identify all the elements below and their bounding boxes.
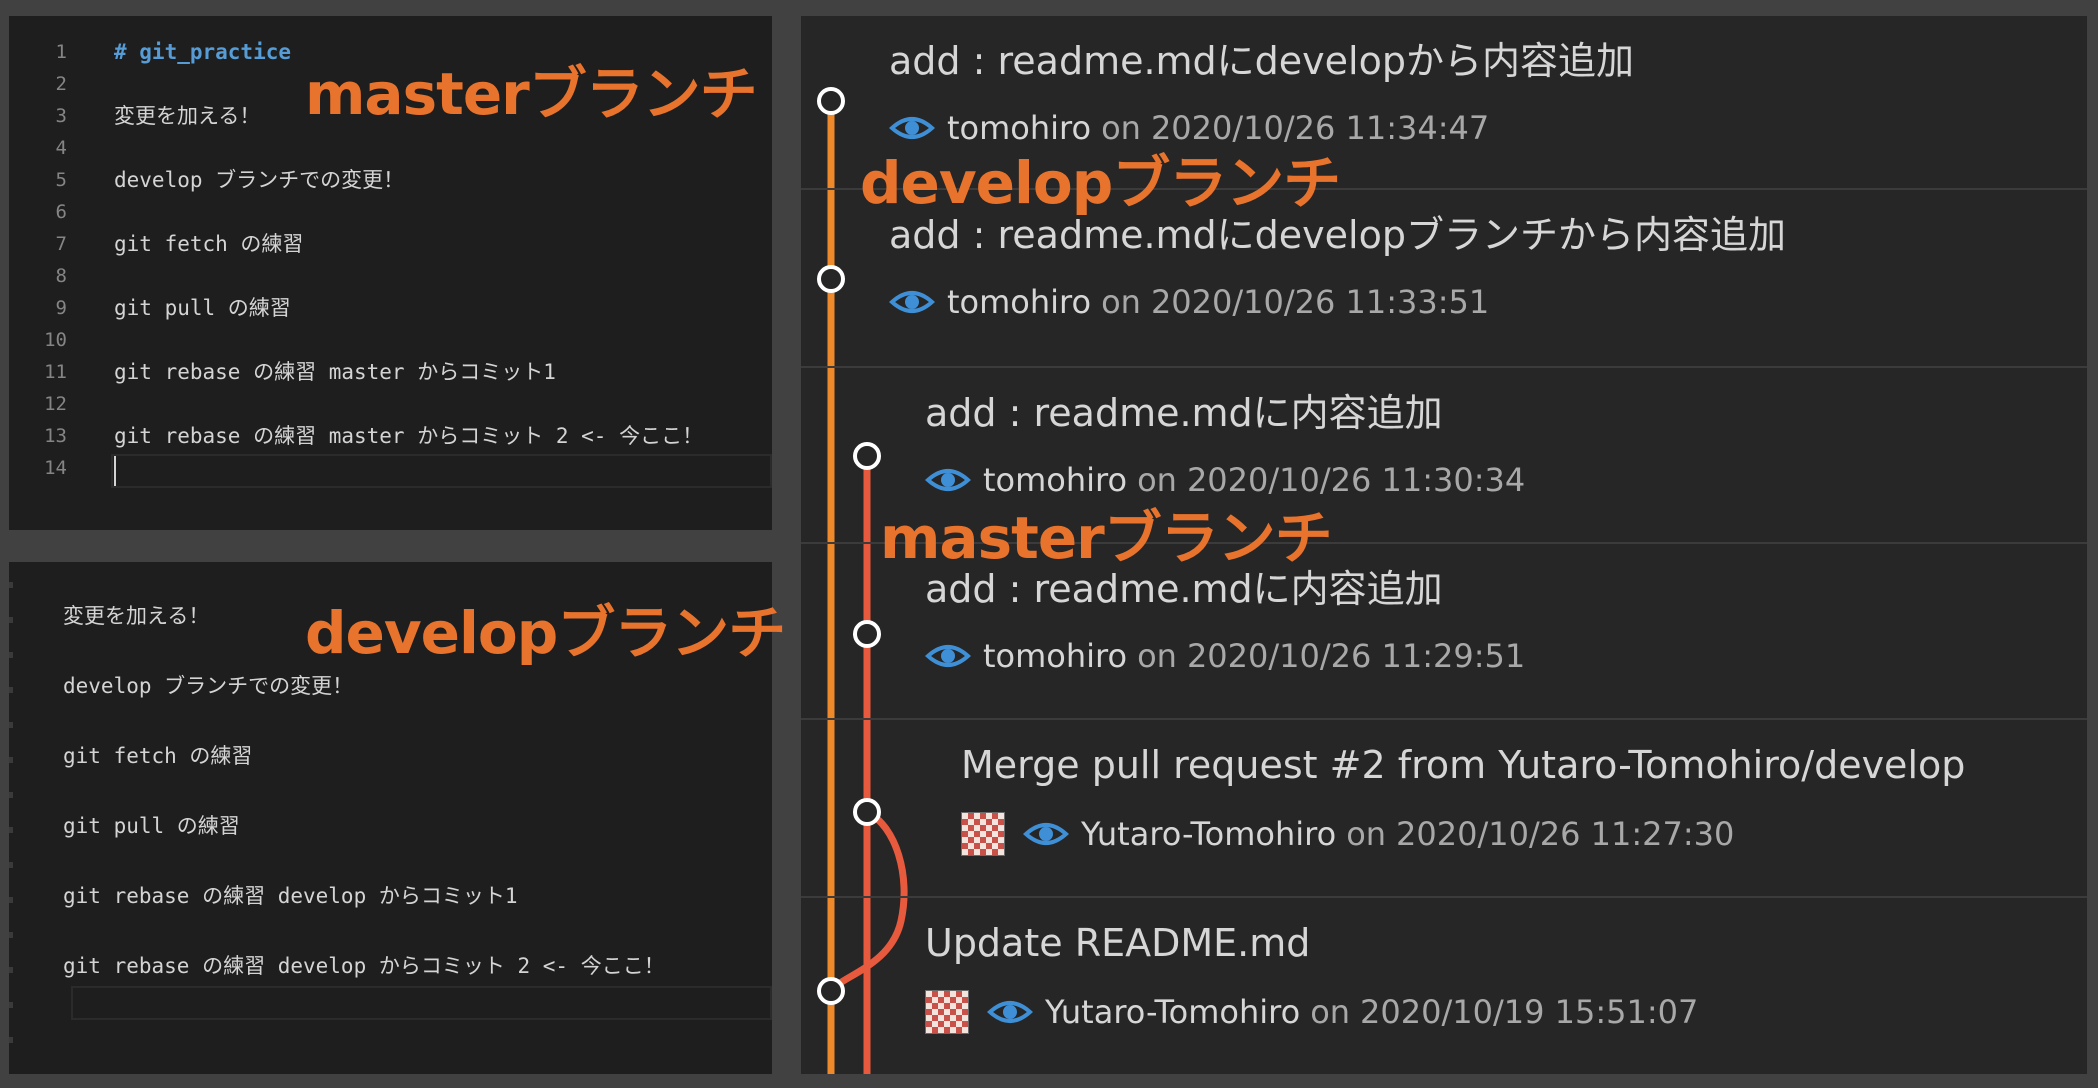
line-number: 3 [55,105,67,127]
commit-meta: tomohiro on 2020/10/26 11:30:34 [925,460,1525,500]
line-number: 12 [44,393,67,415]
annotation-master-log: masterブランチ [880,504,1333,572]
commit-message: Update README.md [925,921,1311,965]
code-line[interactable]: develop ブランチでの変更！ [114,164,404,196]
commit-date: 2020/10/19 15:51:07 [1360,993,1699,1031]
code-line[interactable]: git rebase の練習 master からコミット 2 <- 今ここ！ [114,420,703,452]
annotation-master-editor: masterブランチ [305,60,758,128]
commit-on-label: on [1137,637,1177,675]
line-number: 10 [44,329,67,351]
commit-author: tomohiro [983,637,1128,675]
line-number: 6 [55,201,67,223]
commit-date: 2020/10/26 11:34:47 [1150,109,1490,147]
code-line[interactable]: 変更を加える！ [114,100,260,132]
commit-meta: tomohiro on 2020/10/26 11:33:51 [889,282,1489,322]
commit-author: tomohiro [947,109,1092,147]
current-line-highlight [71,986,772,1020]
commit-on-label: on [1346,815,1387,853]
code-line[interactable]: git pull の練習 [114,292,291,324]
code-line[interactable]: 変更を加える！ [63,600,209,632]
text-caret[interactable] [114,456,116,486]
eye-icon[interactable] [1023,819,1069,849]
commit-message: add : readme.mdに内容追加 [925,391,1443,435]
line-number: 9 [55,297,67,319]
commit-meta: Yutaro-Tomohiro on 2020/10/19 15:51:07 [925,990,1698,1034]
line-number: 5 [55,169,67,191]
line-number: 7 [55,233,67,255]
code-line[interactable]: develop ブランチでの変更！ [63,670,353,702]
eye-icon[interactable] [889,287,935,317]
commit-author: tomohiro [983,461,1128,499]
commit-meta: tomohiro on 2020/10/26 11:29:51 [925,636,1525,676]
code-line[interactable]: git rebase の練習 develop からコミット1 [63,880,518,912]
commit-on-label: on [1310,993,1351,1031]
line-number: 13 [44,425,67,447]
commit-date: 2020/10/26 11:27:30 [1396,815,1735,853]
commit-message: add : readme.mdにdevelopから内容追加 [889,39,1634,83]
commit-meta: Yutaro-Tomohiro on 2020/10/26 11:27:30 [961,812,1734,856]
annotation-develop-editor: developブランチ [305,599,786,667]
code-line[interactable]: git rebase の練習 develop からコミット 2 <- 今ここ！ [63,950,665,982]
code-line[interactable]: git pull の練習 [63,810,240,842]
commit-on-label: on [1101,109,1141,147]
line-number: 8 [55,265,67,287]
gutter [9,562,13,1074]
current-line-highlight [111,454,772,488]
code-line[interactable]: git rebase の練習 master からコミット1 [114,356,556,388]
line-number: 11 [44,361,67,383]
commit-meta: tomohiro on 2020/10/26 11:34:47 [889,108,1489,148]
commit-on-label: on [1101,283,1141,321]
commit-message: add : readme.mdに内容追加 [925,567,1443,611]
code-line[interactable]: # git_practice [114,36,291,68]
commit-message: Merge pull request #2 from Yutaro-Tomohi… [961,743,1966,787]
eye-icon[interactable] [889,113,935,143]
code-line[interactable]: git fetch の練習 [114,228,303,260]
line-number: 1 [55,41,67,63]
code-line[interactable]: git fetch の練習 [63,740,252,772]
line-number: 4 [55,137,67,159]
commit-date: 2020/10/26 11:30:34 [1186,461,1526,499]
eye-icon[interactable] [925,641,971,671]
eye-icon[interactable] [925,465,971,495]
commit-on-label: on [1137,461,1177,499]
commit-message: add : readme.mdにdevelopブランチから内容追加 [889,213,1786,257]
commit-author: Yutaro-Tomohiro [1045,993,1301,1031]
line-number: 2 [55,73,67,95]
commit-author: tomohiro [947,283,1092,321]
commit-date: 2020/10/26 11:33:51 [1150,283,1490,321]
commit-author: Yutaro-Tomohiro [1081,815,1337,853]
commit-date: 2020/10/26 11:29:51 [1186,637,1526,675]
annotation-develop-log: developブランチ [860,149,1341,217]
commit-row[interactable]: Update README.md Yutaro-Tomohiro on 2020/10… [801,896,2087,1074]
commit-row[interactable]: Merge pull request #2 from Yutaro-Tomohi… [801,718,2087,896]
line-number: 14 [44,457,67,479]
avatar [961,812,1005,856]
avatar [925,990,969,1034]
eye-icon[interactable] [987,997,1033,1027]
